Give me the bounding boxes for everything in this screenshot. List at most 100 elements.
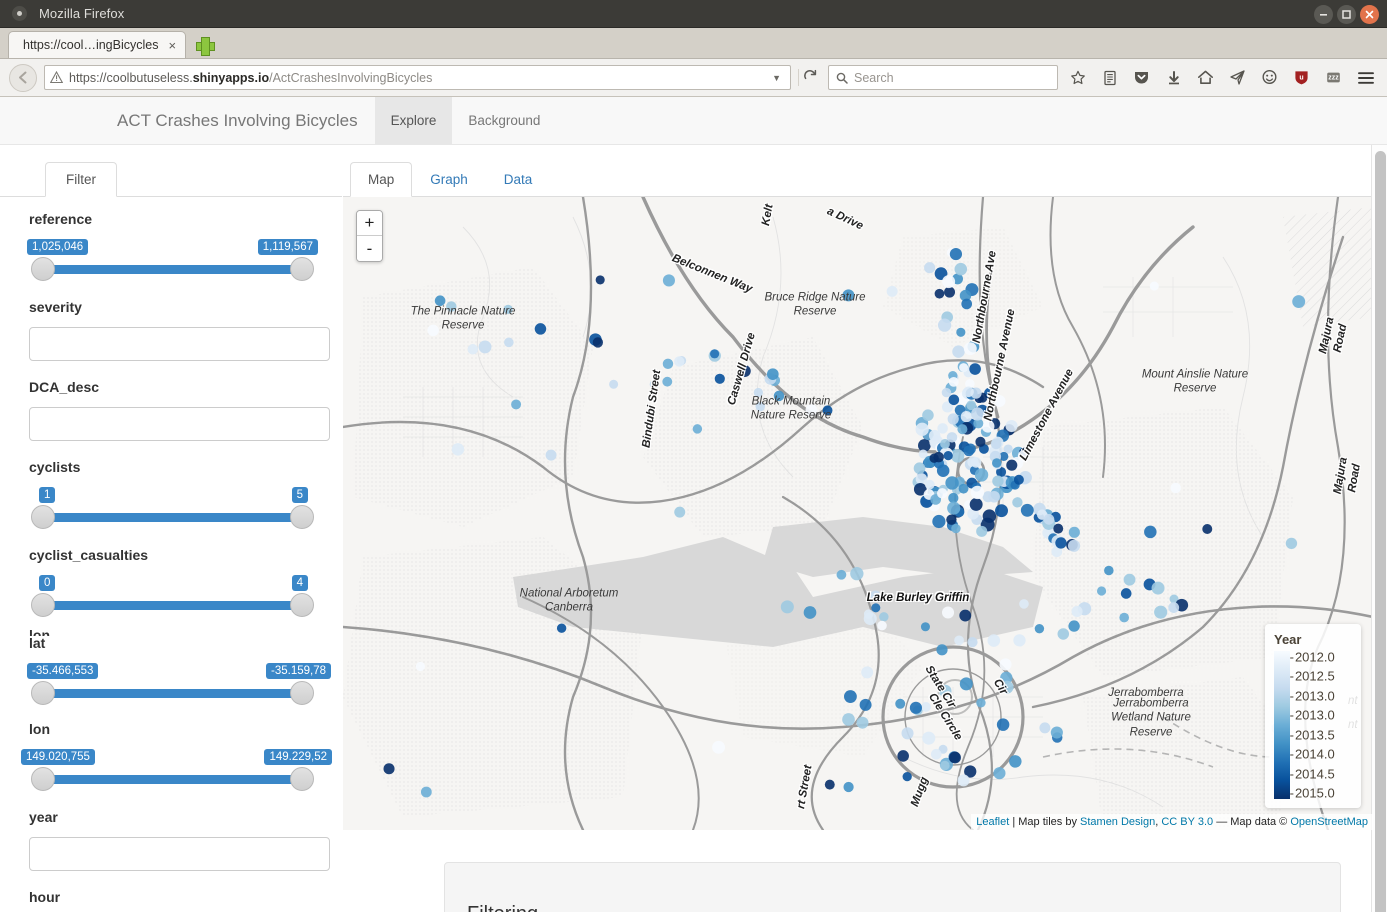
crash-point[interactable]: [1006, 460, 1017, 471]
crash-point[interactable]: [993, 767, 1005, 779]
crash-data-points[interactable]: [343, 197, 1373, 830]
slider-cyclists-handle-min[interactable]: [31, 505, 55, 529]
crash-point[interactable]: [861, 666, 873, 678]
crash-point[interactable]: [971, 407, 984, 420]
crash-point[interactable]: [1168, 602, 1179, 613]
crash-point[interactable]: [992, 458, 1001, 467]
crash-point[interactable]: [503, 305, 512, 314]
crash-point[interactable]: [950, 248, 962, 260]
crash-point[interactable]: [843, 782, 853, 792]
crash-point[interactable]: [988, 491, 1000, 503]
crash-point[interactable]: [650, 380, 659, 389]
crash-point[interactable]: [857, 717, 869, 729]
slider-lon[interactable]: 149.020,755 149.229,52: [15, 749, 318, 791]
crash-point[interactable]: [864, 612, 877, 625]
crash-point[interactable]: [995, 504, 1008, 517]
crash-point[interactable]: [961, 299, 972, 310]
slider-reference-handle-max[interactable]: [290, 257, 314, 281]
crash-point[interactable]: [1035, 624, 1044, 633]
minimize-button[interactable]: [1314, 5, 1333, 24]
crash-point[interactable]: [903, 772, 912, 781]
zoom-in-button[interactable]: +: [357, 211, 382, 236]
slider-reference-handle-min[interactable]: [31, 257, 55, 281]
crash-point[interactable]: [997, 718, 1009, 730]
crash-point[interactable]: [976, 698, 985, 707]
crash-point[interactable]: [944, 287, 955, 298]
crash-point[interactable]: [609, 380, 618, 389]
crash-point[interactable]: [842, 713, 855, 726]
slider-lat-handle-max[interactable]: [290, 681, 314, 705]
license-link[interactable]: CC BY 3.0: [1161, 816, 1213, 828]
close-button[interactable]: [1360, 5, 1379, 24]
crash-point[interactable]: [1121, 588, 1132, 599]
slider-lon-handle-max[interactable]: [290, 767, 314, 791]
crash-point[interactable]: [956, 328, 965, 337]
crash-point[interactable]: [993, 395, 1005, 407]
crash-point[interactable]: [916, 423, 929, 436]
crash-point[interactable]: [936, 644, 947, 655]
crash-point[interactable]: [952, 345, 964, 357]
crash-point[interactable]: [837, 570, 847, 580]
back-icon[interactable]: [9, 64, 37, 92]
star-icon[interactable]: [1065, 65, 1090, 91]
crash-point[interactable]: [960, 677, 973, 690]
crash-point[interactable]: [975, 437, 985, 447]
crash-point[interactable]: [988, 634, 1001, 647]
crash-point[interactable]: [964, 342, 977, 355]
tab-close-icon[interactable]: ×: [168, 38, 176, 53]
input-year[interactable]: [29, 837, 330, 871]
slider-cyclist-casualties-handle-min[interactable]: [31, 593, 55, 617]
nav-tab-explore[interactable]: Explore: [375, 97, 453, 144]
crash-point[interactable]: [1021, 504, 1034, 517]
crash-point[interactable]: [774, 391, 785, 402]
crash-point[interactable]: [963, 445, 974, 456]
crash-point[interactable]: [954, 635, 964, 645]
crash-point[interactable]: [712, 741, 725, 754]
slider-cyclists-handle-max[interactable]: [290, 505, 314, 529]
slider-cyclists[interactable]: 1 5: [15, 487, 318, 529]
crash-point[interactable]: [959, 610, 971, 622]
urlbar-dropdown-icon[interactable]: ▼: [768, 73, 785, 83]
crash-point[interactable]: [806, 404, 818, 416]
crash-point[interactable]: [1170, 483, 1180, 493]
crash-point[interactable]: [754, 388, 763, 397]
crash-point[interactable]: [850, 567, 863, 580]
crash-point[interactable]: [1068, 620, 1079, 631]
crash-point[interactable]: [957, 424, 967, 434]
crash-point[interactable]: [804, 606, 817, 619]
crash-point[interactable]: [961, 411, 972, 422]
crash-point[interactable]: [1006, 420, 1018, 432]
page-scroll-thumb[interactable]: [1375, 151, 1386, 912]
crash-point[interactable]: [1051, 726, 1063, 738]
crash-point[interactable]: [1009, 755, 1022, 768]
crash-point[interactable]: [468, 344, 478, 354]
crash-point[interactable]: [557, 624, 566, 633]
crash-point[interactable]: [1097, 586, 1106, 595]
crash-point[interactable]: [1012, 497, 1022, 507]
crash-point[interactable]: [715, 374, 725, 384]
crash-point[interactable]: [942, 388, 951, 397]
crash-point[interactable]: [959, 363, 968, 372]
input-dca-desc[interactable]: [29, 407, 330, 441]
crash-point[interactable]: [947, 432, 958, 443]
crash-point[interactable]: [942, 606, 954, 618]
crash-point[interactable]: [1055, 537, 1066, 548]
crash-point[interactable]: [435, 295, 446, 306]
crash-point[interactable]: [922, 732, 935, 745]
crash-point[interactable]: [739, 365, 751, 377]
slider-lon-track[interactable]: [43, 775, 302, 784]
browser-tab[interactable]: https://cool…ingBicycles ×: [8, 31, 186, 58]
crash-point[interactable]: [871, 603, 880, 612]
crash-point[interactable]: [479, 340, 492, 353]
menu-icon[interactable]: [1353, 65, 1378, 91]
crash-point[interactable]: [982, 420, 995, 433]
crash-point[interactable]: [949, 377, 959, 387]
crash-point[interactable]: [1152, 582, 1165, 595]
crash-point[interactable]: [951, 524, 960, 533]
crash-point[interactable]: [991, 438, 1002, 449]
crash-point[interactable]: [901, 727, 913, 739]
slider-lat[interactable]: -35.466,553 -35.159,78: [15, 663, 318, 705]
crash-point[interactable]: [1202, 524, 1212, 534]
crash-point[interactable]: [969, 363, 981, 375]
crash-point[interactable]: [895, 699, 905, 709]
